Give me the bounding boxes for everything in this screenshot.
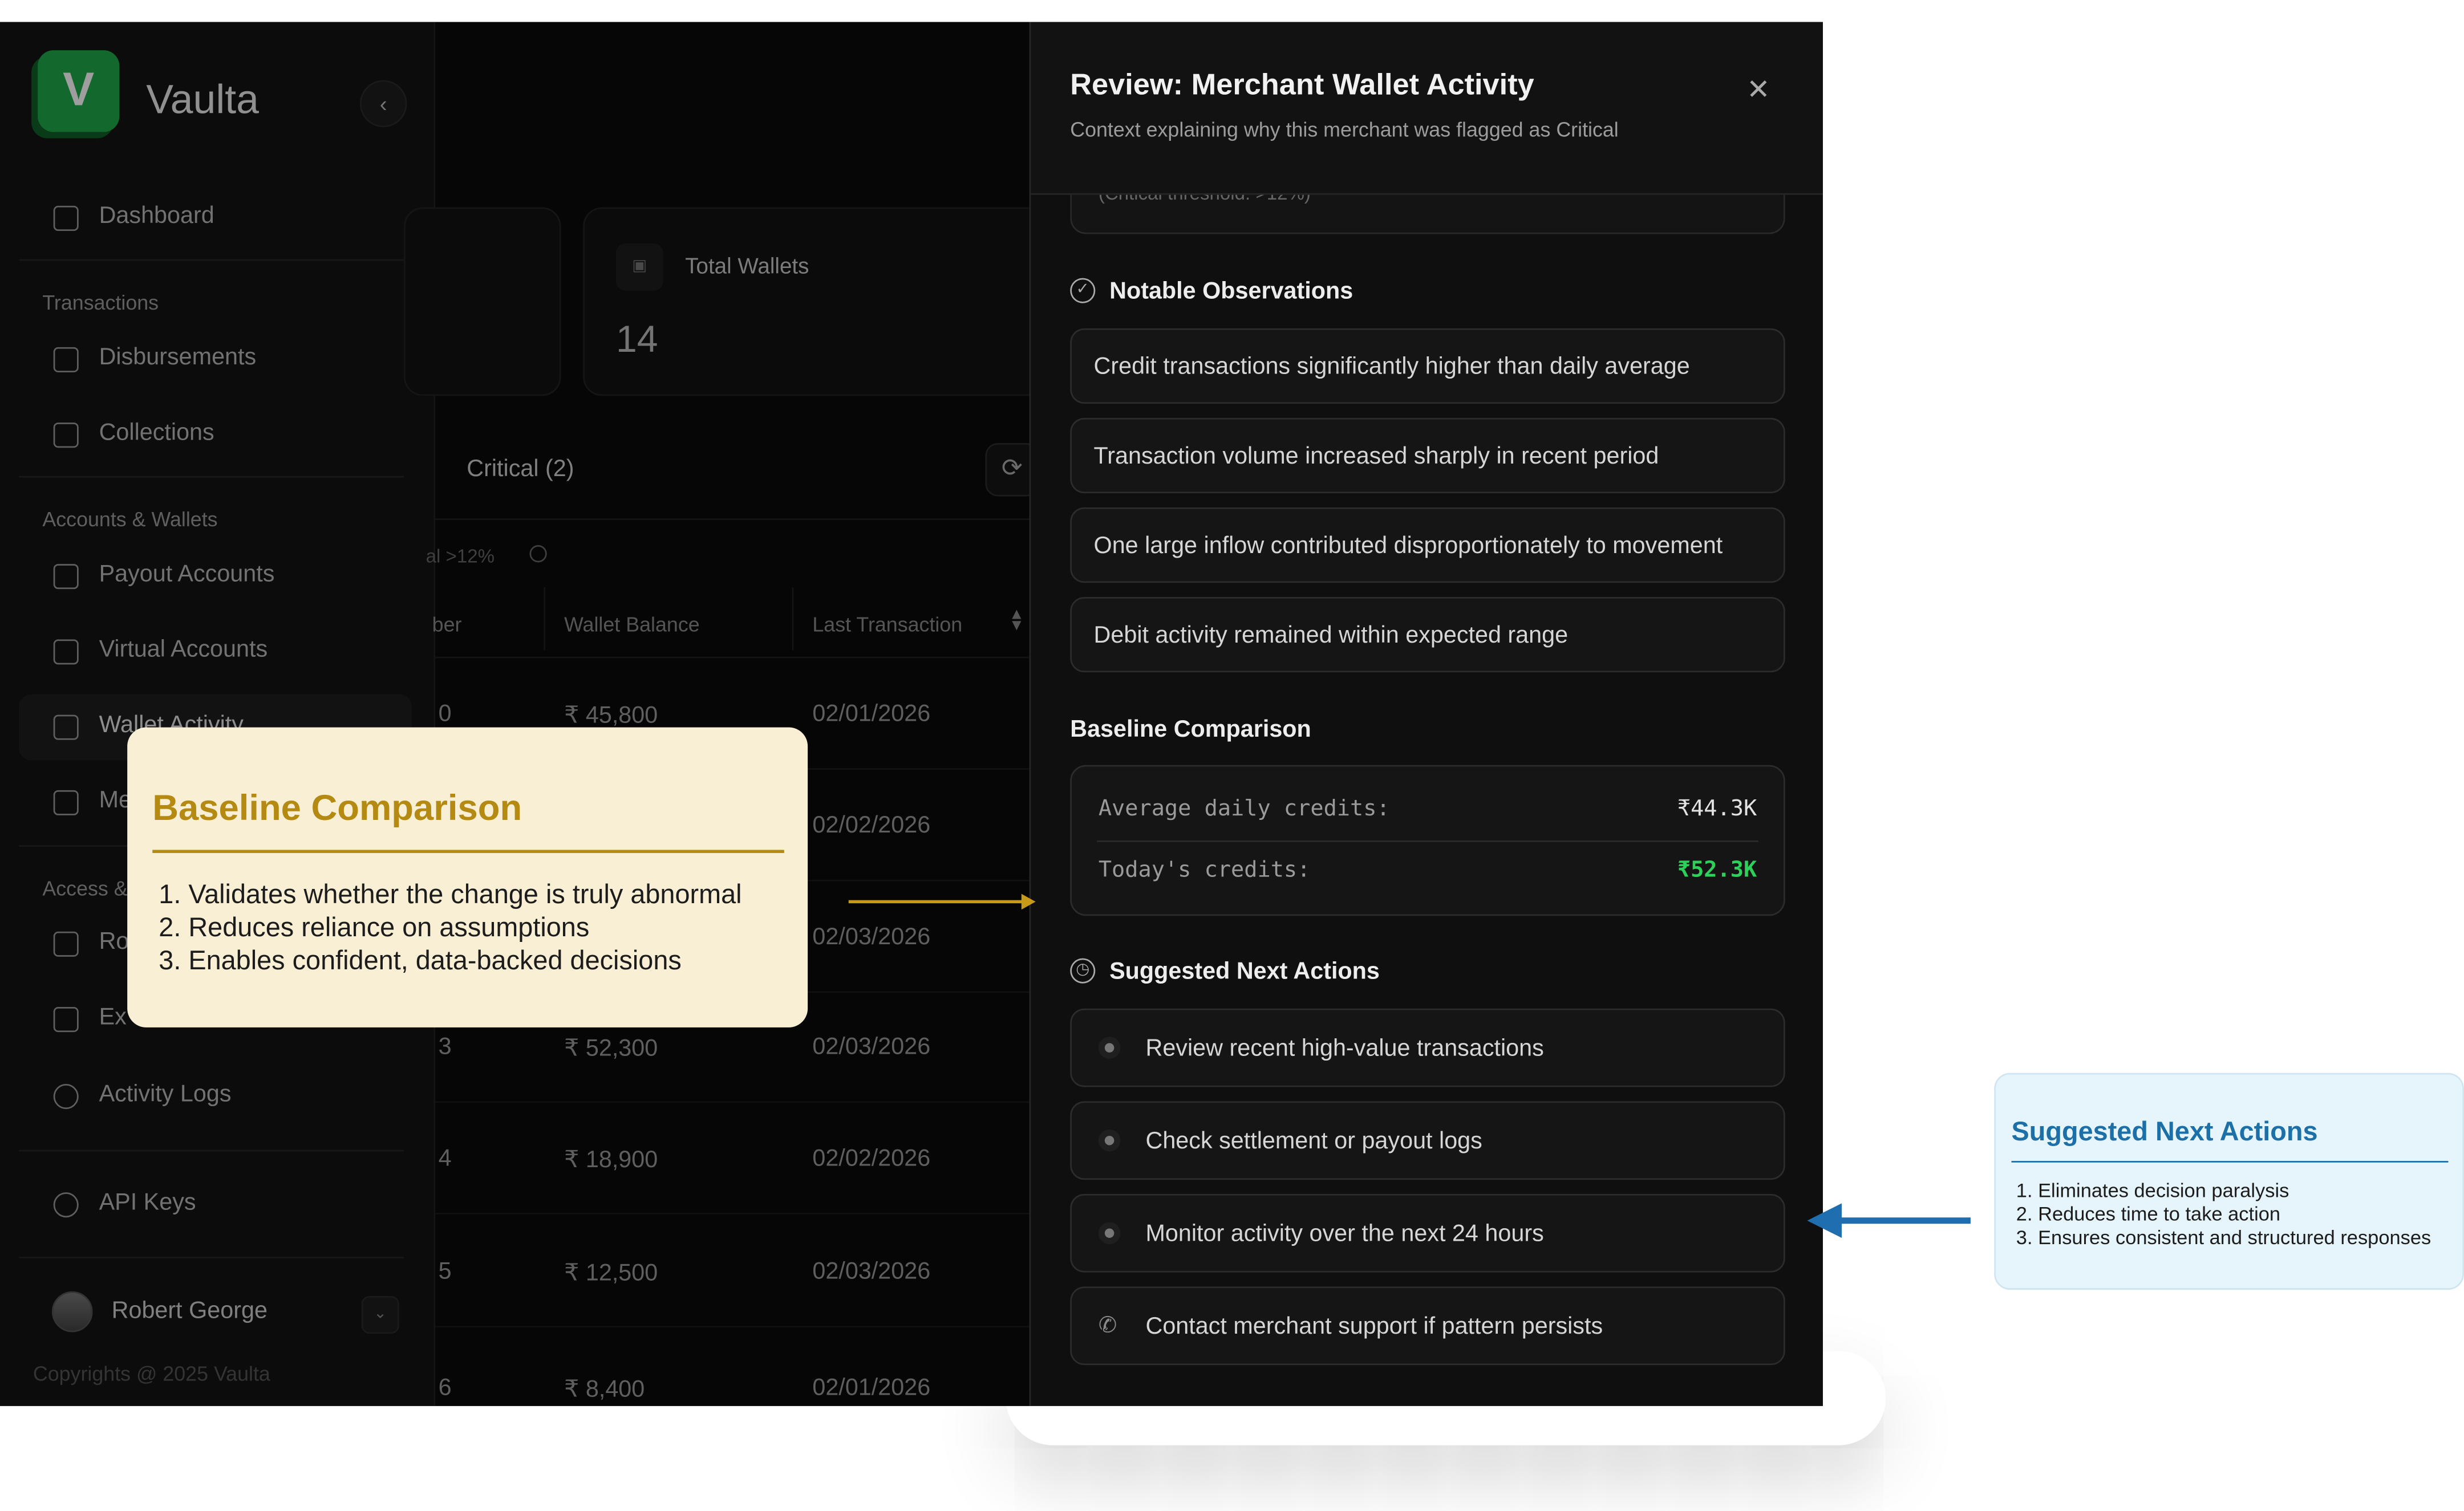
panel-subtitle: Context explaining why this merchant was… [1070,117,1619,141]
bullet-icon [1098,1037,1121,1059]
observation-text: Transaction volume increased sharply in … [1093,442,1659,470]
callout-list: 1. Eliminates decision paralysis 2. Redu… [2016,1180,2431,1250]
clock-icon: ◷ [1070,958,1096,984]
baseline-comparison-box: Average daily credits: ₹44.3K Today's cr… [1070,765,1785,916]
section-title: Notable Observations [1109,278,1353,305]
actions-callout: Suggested Next Actions 1. Eliminates dec… [1994,1073,2464,1290]
callout-rule [152,850,784,854]
action-item[interactable]: Check settlement or payout logs [1070,1101,1785,1180]
avg-credits-value: ₹44.3K [1677,796,1757,822]
bullet-icon [1098,1222,1121,1245]
app-window: V Vaulta ‹ Dashboard Transactions Disbur… [0,22,1823,1406]
bullet-icon [1098,1129,1121,1152]
panel-title: Review: Merchant Wallet Activity [1070,69,1534,103]
action-text: Review recent high-value transactions [1145,1035,1544,1062]
modal-backdrop[interactable] [0,22,1030,1406]
observation-item: Transaction volume increased sharply in … [1070,417,1785,494]
action-item[interactable]: Review recent high-value transactions [1070,1008,1785,1087]
callout-title: Suggested Next Actions [2011,1116,2318,1147]
callout-point: 3. Ensures consistent and structured res… [2016,1226,2431,1249]
observation-text: Credit transactions significantly higher… [1093,353,1690,380]
action-text: Check settlement or payout logs [1145,1128,1482,1155]
callout-point: 2. Reduces reliance on assumptions [159,912,590,943]
observation-text: One large inflow contributed disproporti… [1093,532,1723,559]
panel-header: Review: Merchant Wallet Activity Context… [1031,22,1823,195]
arrow-right-icon [1021,893,1036,910]
section-title: Suggested Next Actions [1109,958,1380,985]
baseline-divider [1097,840,1758,842]
observation-item: Credit transactions significantly higher… [1070,328,1785,404]
baseline-callout: Baseline Comparison 1. Validates whether… [127,727,808,1027]
callout-arrow-line [848,900,1025,904]
callout-rule [2011,1161,2449,1163]
today-credits-label: Today's credits: [1098,858,1311,883]
check-circle-icon: ✓ [1070,278,1096,303]
arrow-left-icon [1807,1203,1842,1238]
action-text: Contact merchant support if pattern pers… [1145,1313,1603,1341]
callout-point: 2. Reduces time to take action [2016,1203,2281,1225]
action-item[interactable]: Monitor activity over the next 24 hours [1070,1193,1785,1273]
callout-point: 1. Eliminates decision paralysis [2016,1180,2289,1202]
action-text: Monitor activity over the next 24 hours [1145,1220,1544,1248]
observation-item: Debit activity remained within expected … [1070,596,1785,673]
callout-point: 1. Validates whether the change is truly… [159,879,742,910]
avg-credits-label: Average daily credits: [1098,796,1390,822]
baseline-heading: Baseline Comparison [1070,716,1311,743]
action-item[interactable]: ✆ Contact merchant support if pattern pe… [1070,1286,1785,1366]
observation-text: Debit activity remained within expected … [1093,622,1569,649]
phone-icon: ✆ [1098,1311,1117,1337]
callout-point: 3. Enables confident, data-backed decisi… [159,945,682,976]
annotated-screenshot: V Vaulta ‹ Dashboard Transactions Disbur… [0,0,2464,1511]
callout-arrow-line [1838,1217,1971,1224]
section-title: Baseline Comparison [1070,716,1311,744]
observation-item: One large inflow contributed disproporti… [1070,507,1785,583]
review-panel: Review: Merchant Wallet Activity Context… [1029,22,1823,1406]
close-icon[interactable]: ✕ [1741,72,1776,107]
today-credits-value: ₹52.3K [1677,858,1757,883]
callout-title: Baseline Comparison [152,787,522,828]
callout-list: 1. Validates whether the change is truly… [159,878,741,977]
